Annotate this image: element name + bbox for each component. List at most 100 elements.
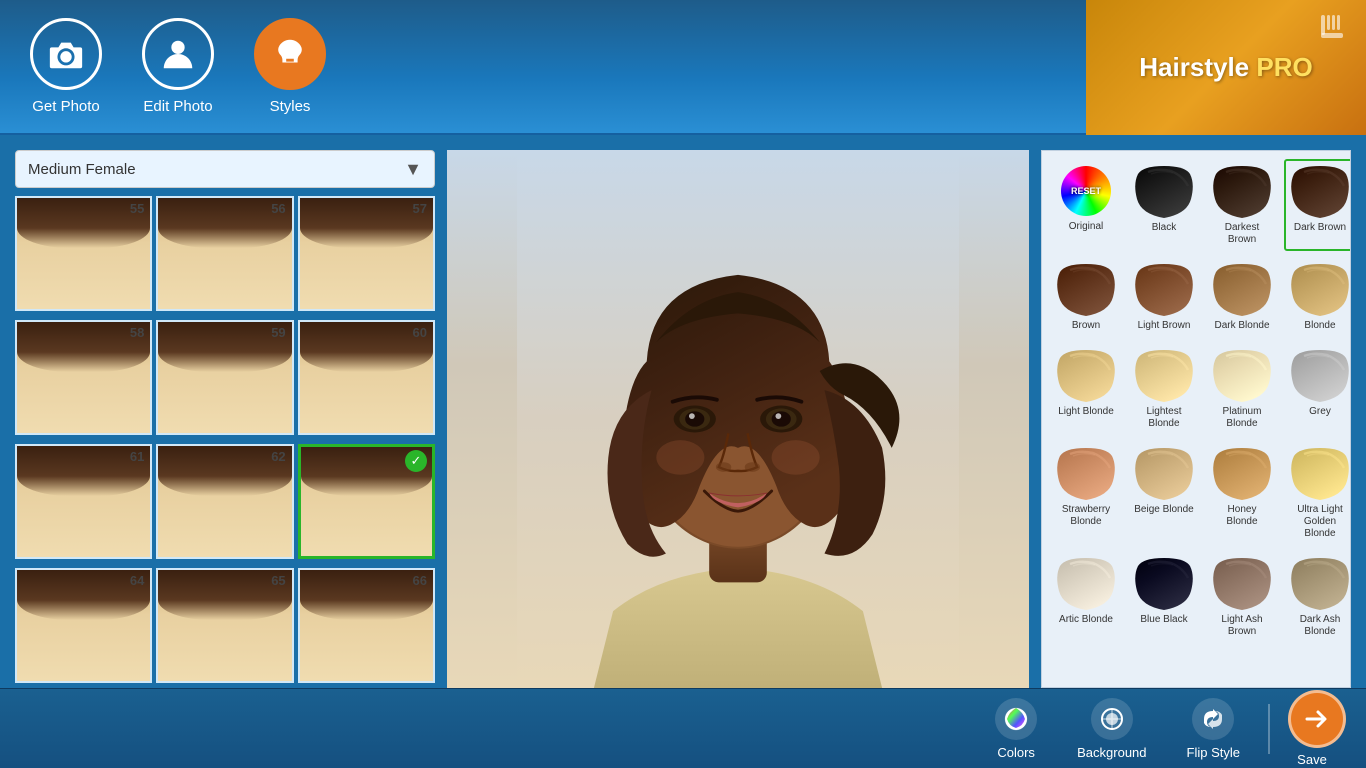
swatch-img-lightest-blonde	[1133, 348, 1195, 403]
thumbnail-item-57[interactable]: 57	[298, 196, 435, 311]
swatch-label-black: Black	[1152, 222, 1176, 234]
thumbnail-item-62[interactable]: 62	[156, 444, 293, 559]
swatch-label-beige-blonde: Beige Blonde	[1134, 504, 1194, 516]
color-swatch-darkest-brown[interactable]: Darkest Brown	[1206, 159, 1278, 251]
swatch-label-lightest-blonde: Lightest Blonde	[1133, 406, 1195, 430]
color-swatch-honey-blonde[interactable]: Honey Blonde	[1206, 441, 1278, 545]
thumbnail-item-64[interactable]: 64	[15, 568, 152, 683]
swatch-img-darkest-brown	[1211, 164, 1273, 219]
bottom-toolbar: Colors Background Flip Style	[0, 688, 1366, 768]
flip-btn-icon	[1200, 706, 1226, 732]
swatch-label-ultra-light-golden-blonde: Ultra Light Golden Blonde	[1289, 504, 1351, 540]
swatch-label-darkest-brown: Darkest Brown	[1211, 222, 1273, 246]
background-btn-icon	[1099, 706, 1125, 732]
reset-text: RESET	[1071, 186, 1101, 196]
color-swatch-strawberry-blonde[interactable]: Strawberry Blonde	[1050, 441, 1122, 545]
color-grid: RESET Original Black	[1050, 159, 1342, 643]
get-photo-label: Get Photo	[32, 98, 100, 115]
person-icon	[159, 35, 197, 73]
thumbnail-item-66[interactable]: 66	[298, 568, 435, 683]
flip-style-button[interactable]: Flip Style	[1167, 690, 1260, 768]
left-panel: Medium Female ▼ 5556 57 585960 6162 ✓ 64 65 66	[15, 150, 435, 688]
thumbnail-item-59[interactable]: 59	[156, 320, 293, 435]
swatch-img-black	[1133, 164, 1195, 219]
color-swatch-light-brown[interactable]: Light Brown	[1128, 257, 1200, 337]
color-swatch-light-blonde[interactable]: Light Blonde	[1050, 343, 1122, 435]
logo-area: Hairstyle PRO	[1086, 0, 1366, 135]
swatch-img-dark-ash-blonde	[1289, 556, 1351, 611]
style-category-dropdown[interactable]: Medium Female ▼	[15, 150, 435, 188]
get-photo-icon-circle	[30, 18, 102, 90]
comb-icon	[1316, 10, 1356, 50]
swatch-label-light-brown: Light Brown	[1138, 320, 1191, 332]
color-swatch-lightest-blonde[interactable]: Lightest Blonde	[1128, 343, 1200, 435]
swatch-label-artic-blonde: Artic Blonde	[1059, 614, 1113, 626]
color-swatch-black[interactable]: Black	[1128, 159, 1200, 251]
color-swatch-dark-brown[interactable]: Dark Brown	[1284, 159, 1351, 251]
color-swatch-platinum-blonde[interactable]: Platinum Blonde	[1206, 343, 1278, 435]
center-panel	[447, 150, 1029, 688]
color-wheel-icon	[1003, 706, 1029, 732]
flip-icon	[1192, 698, 1234, 740]
colors-button[interactable]: Colors	[975, 690, 1057, 768]
thumbnail-item-56[interactable]: 56	[156, 196, 293, 311]
swatch-img-blonde	[1289, 262, 1351, 317]
dropdown-value: Medium Female	[28, 161, 136, 178]
color-swatch-light-ash-brown[interactable]: Light Ash Brown	[1206, 551, 1278, 643]
nav-items: Get Photo Edit Photo Styles	[30, 18, 326, 115]
swatch-img-original: RESET	[1061, 166, 1111, 216]
swatch-img-ultra-light-golden-blonde	[1289, 446, 1351, 501]
swatch-img-honey-blonde	[1211, 446, 1273, 501]
swatch-img-blue-black	[1133, 556, 1195, 611]
swatch-label-dark-ash-blonde: Dark Ash Blonde	[1289, 614, 1351, 638]
color-swatch-ultra-light-golden-blonde[interactable]: Ultra Light Golden Blonde	[1284, 441, 1351, 545]
swatch-img-light-ash-brown	[1211, 556, 1273, 611]
color-swatch-grey[interactable]: Grey	[1284, 343, 1351, 435]
swatch-label-honey-blonde: Honey Blonde	[1211, 504, 1273, 528]
color-swatch-original[interactable]: RESET Original	[1050, 159, 1122, 251]
color-swatch-dark-blonde[interactable]: Dark Blonde	[1206, 257, 1278, 337]
swatch-img-dark-blonde	[1211, 262, 1273, 317]
edit-photo-label: Edit Photo	[143, 98, 212, 115]
swatch-label-dark-blonde: Dark Blonde	[1214, 320, 1269, 332]
thumbnail-item-60[interactable]: 60	[298, 320, 435, 435]
thumbnails-grid: 5556 57 585960 6162 ✓ 64 65 66	[15, 196, 435, 688]
color-swatch-dark-ash-blonde[interactable]: Dark Ash Blonde	[1284, 551, 1351, 643]
save-label: Save	[1297, 752, 1327, 767]
nav-item-edit-photo[interactable]: Edit Photo	[142, 18, 214, 115]
thumb-number-66: 66	[413, 573, 427, 588]
background-button[interactable]: Background	[1057, 690, 1166, 768]
thumb-check-63: ✓	[405, 450, 427, 472]
swatch-label-light-blonde: Light Blonde	[1058, 406, 1114, 418]
colors-icon	[995, 698, 1037, 740]
color-swatch-blue-black[interactable]: Blue Black	[1128, 551, 1200, 643]
nav-item-get-photo[interactable]: Get Photo	[30, 18, 102, 115]
swatch-img-dark-brown	[1289, 164, 1351, 219]
background-label: Background	[1077, 745, 1146, 760]
save-container: Save	[1278, 690, 1346, 767]
nav-item-styles[interactable]: Styles	[254, 18, 326, 115]
header: Get Photo Edit Photo Styles Hairstyl	[0, 0, 1366, 135]
thumbnail-item-58[interactable]: 58	[15, 320, 152, 435]
right-panel: RESET Original Black	[1041, 150, 1351, 688]
thumbnail-item-65[interactable]: 65	[156, 568, 293, 683]
swatch-label-blonde: Blonde	[1304, 320, 1335, 332]
color-swatch-beige-blonde[interactable]: Beige Blonde	[1128, 441, 1200, 545]
thumbnail-item-61[interactable]: 61	[15, 444, 152, 559]
thumbnail-item-63[interactable]: ✓	[298, 444, 435, 559]
thumb-number-57: 57	[413, 201, 427, 216]
thumb-number-64: 64	[130, 573, 144, 588]
color-swatch-blonde[interactable]: Blonde	[1284, 257, 1351, 337]
save-button[interactable]	[1288, 690, 1346, 748]
swatch-img-brown	[1055, 262, 1117, 317]
swatch-label-original: Original	[1069, 221, 1103, 233]
color-swatch-artic-blonde[interactable]: Artic Blonde	[1050, 551, 1122, 643]
main-photo	[447, 150, 1029, 688]
swatch-label-brown: Brown	[1072, 320, 1100, 332]
swatch-label-grey: Grey	[1309, 406, 1331, 418]
dropdown-container: Medium Female ▼	[15, 150, 435, 188]
thumbnail-item-55[interactable]: 55	[15, 196, 152, 311]
swatch-label-light-ash-brown: Light Ash Brown	[1211, 614, 1273, 638]
swatch-label-blue-black: Blue Black	[1140, 614, 1187, 626]
color-swatch-brown[interactable]: Brown	[1050, 257, 1122, 337]
